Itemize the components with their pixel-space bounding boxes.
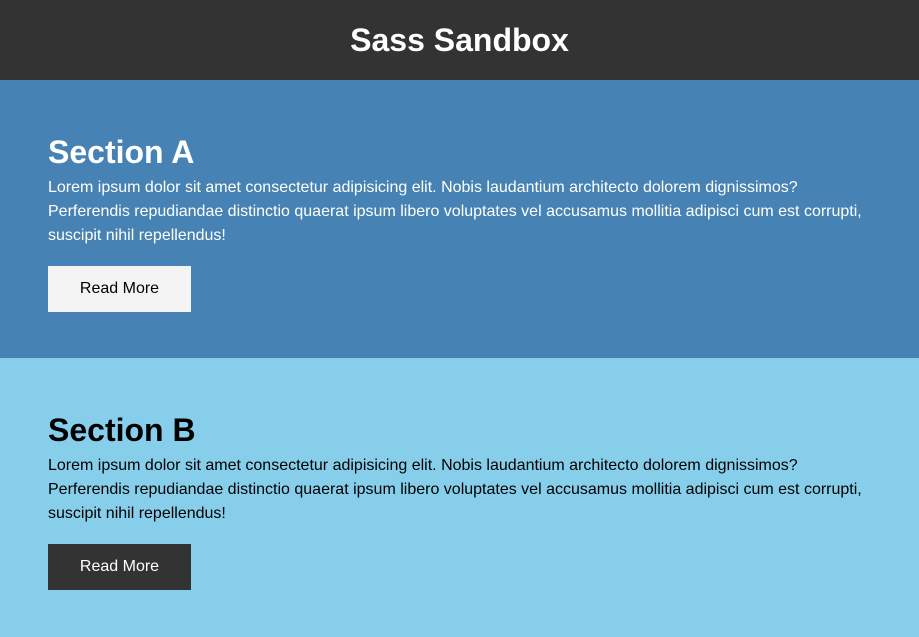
section-a-read-more-button[interactable]: Read More — [48, 266, 191, 312]
section-b-title: Section B — [48, 412, 196, 448]
site-header: Sass Sandbox — [0, 0, 919, 80]
section-a-title: Section A — [48, 134, 195, 170]
page-title: Sass Sandbox — [350, 21, 569, 58]
section-b: Section B Lorem ipsum dolor sit amet con… — [0, 358, 919, 637]
section-a-body: Lorem ipsum dolor sit amet consectetur a… — [48, 179, 862, 244]
section-a: Section A Lorem ipsum dolor sit amet con… — [0, 80, 919, 358]
section-b-read-more-button[interactable]: Read More — [48, 544, 191, 590]
section-b-body: Lorem ipsum dolor sit amet consectetur a… — [48, 457, 862, 522]
